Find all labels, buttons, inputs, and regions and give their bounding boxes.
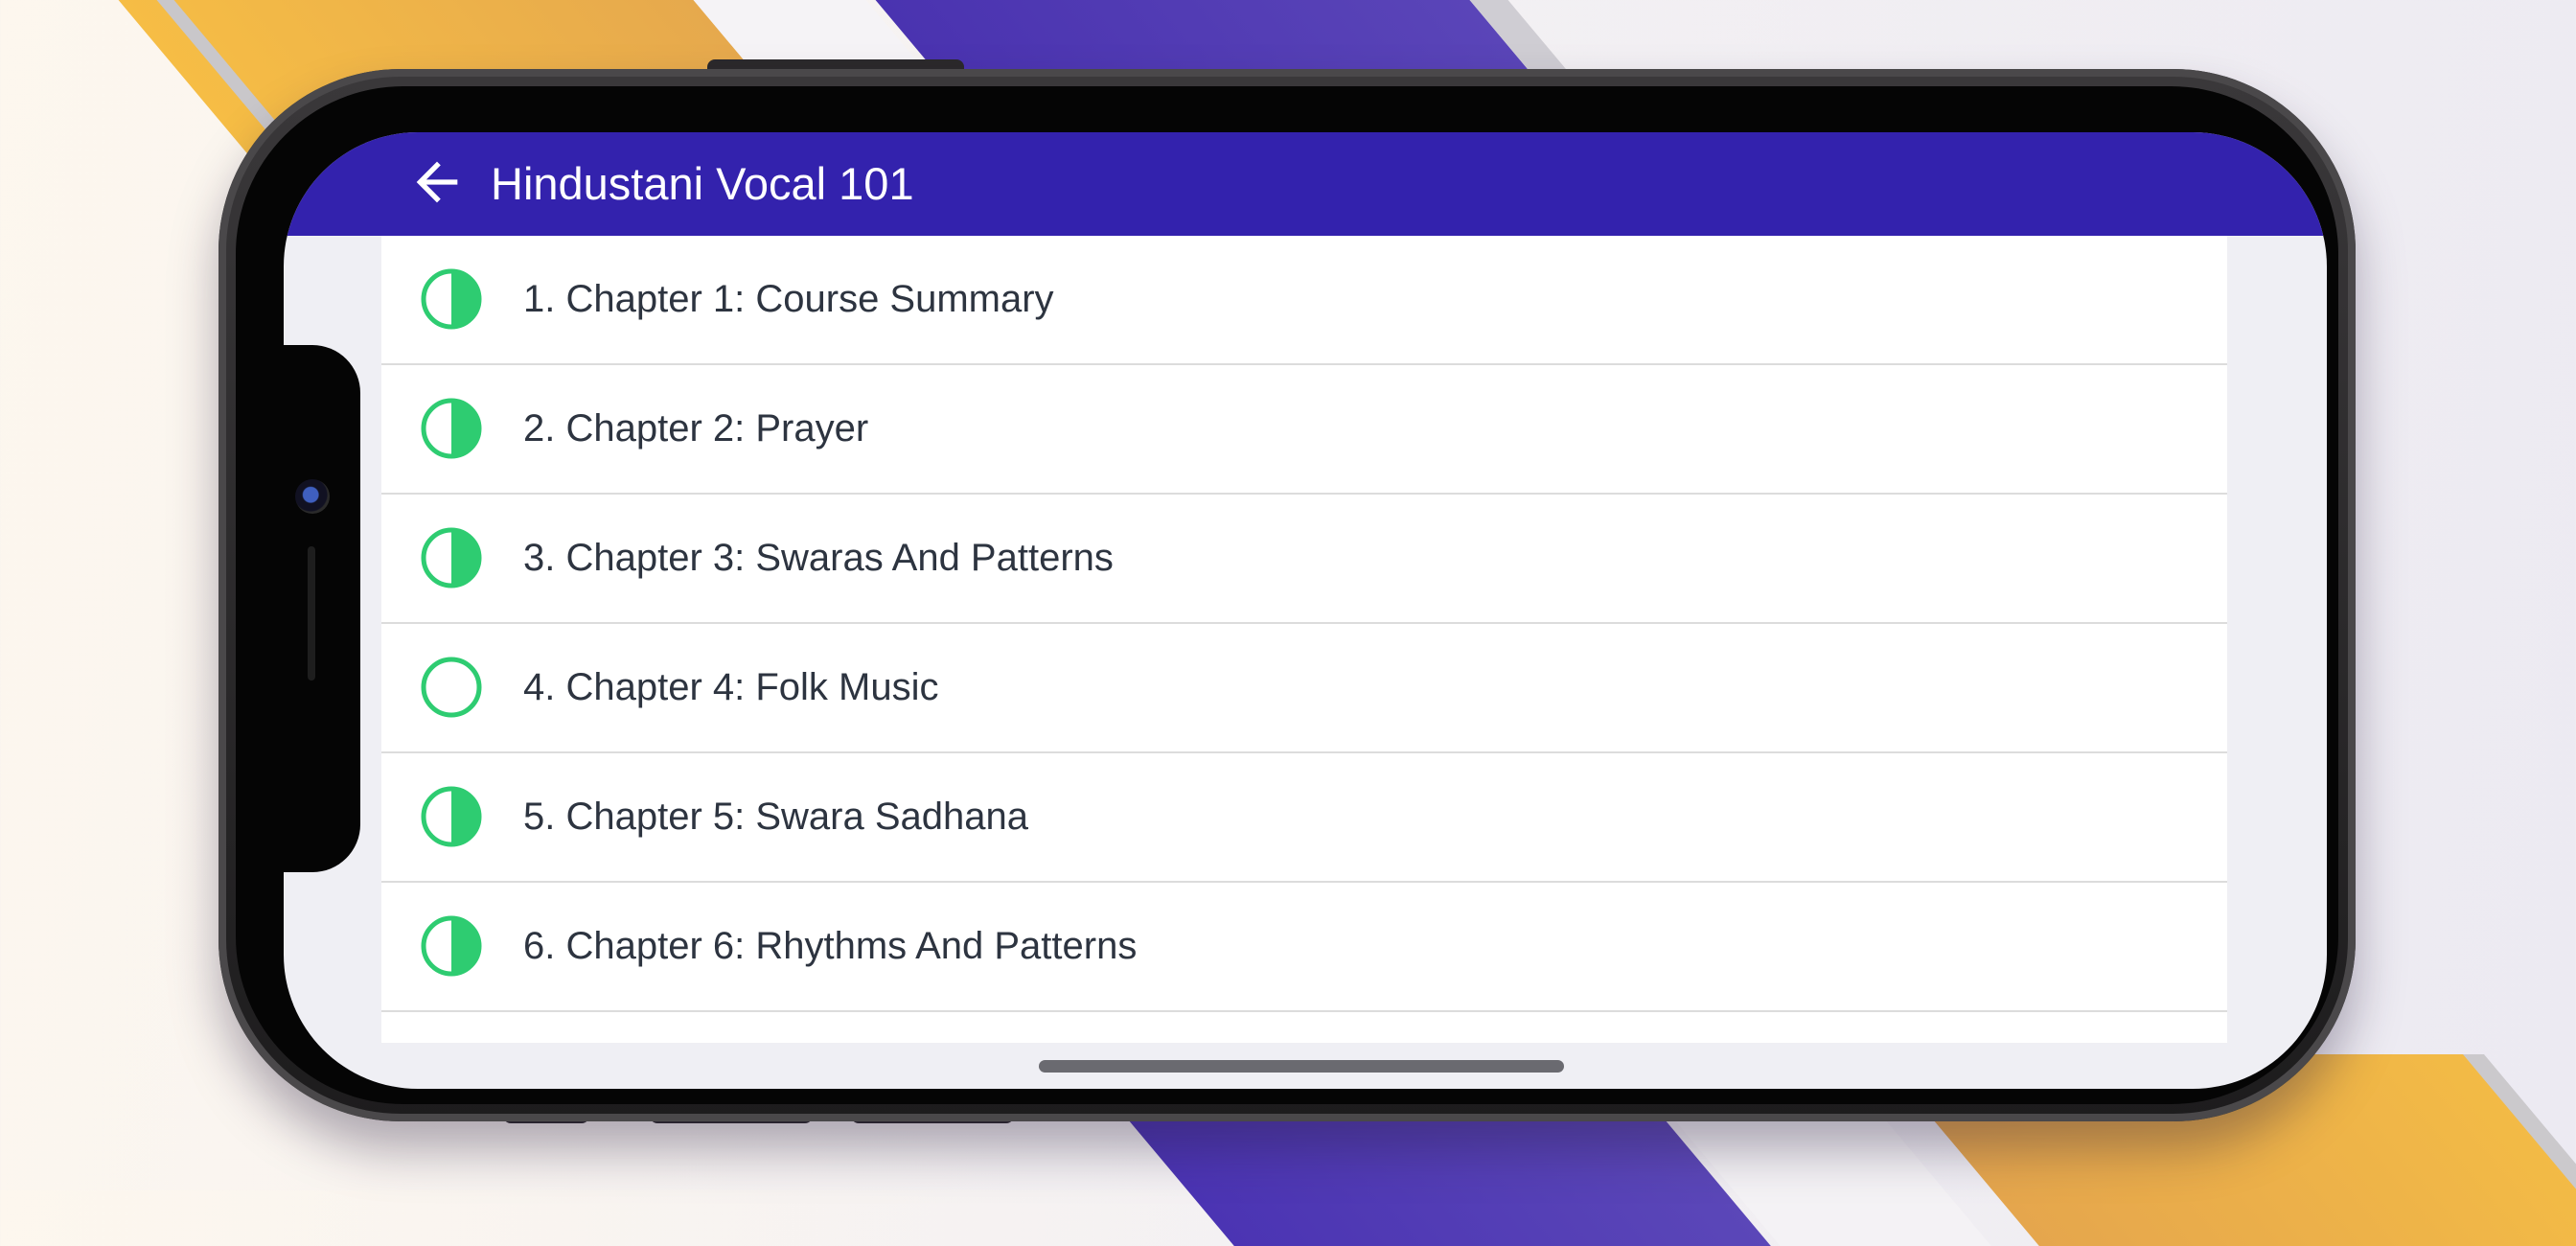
half-circle-progress-icon <box>421 527 482 588</box>
chapter-label: 4. Chapter 4: Folk Music <box>523 666 939 708</box>
chapter-item[interactable]: 2. Chapter 2: Prayer <box>381 365 2227 495</box>
chapter-label: 1. Chapter 1: Course Summary <box>523 278 1054 320</box>
app-bar: Hindustani Vocal 101 <box>284 132 2327 236</box>
page-title: Hindustani Vocal 101 <box>491 158 914 209</box>
chapter-item[interactable] <box>381 1012 2227 1043</box>
phone-frame: Hindustani Vocal 101 1. Chapter 1: Cours… <box>218 69 2356 1121</box>
chapter-item[interactable]: 1. Chapter 1: Course Summary <box>381 236 2227 365</box>
half-circle-progress-icon <box>421 398 482 459</box>
arrow-left-icon <box>416 161 458 203</box>
app-screen: Hindustani Vocal 101 1. Chapter 1: Cours… <box>284 132 2327 1089</box>
home-indicator[interactable] <box>1039 1060 1564 1073</box>
chapter-item[interactable]: 6. Chapter 6: Rhythms And Patterns <box>381 883 2227 1012</box>
chapter-item[interactable]: 3. Chapter 3: Swaras And Patterns <box>381 495 2227 624</box>
half-circle-progress-icon <box>421 268 482 330</box>
chapter-item[interactable]: 4. Chapter 4: Folk Music <box>381 624 2227 753</box>
phone-bezel: Hindustani Vocal 101 1. Chapter 1: Cours… <box>236 86 2338 1104</box>
half-circle-progress-icon <box>421 915 482 977</box>
camera-notch <box>284 345 360 872</box>
empty-circle-progress-icon <box>421 657 482 718</box>
earpiece-speaker <box>308 546 315 681</box>
front-camera <box>295 479 330 514</box>
chapter-label: 6. Chapter 6: Rhythms And Patterns <box>523 925 1138 967</box>
chapter-label: 3. Chapter 3: Swaras And Patterns <box>523 537 1114 579</box>
chapter-label: 2. Chapter 2: Prayer <box>523 407 869 450</box>
chapter-label: 5. Chapter 5: Swara Sadhana <box>523 796 1029 838</box>
chapter-list[interactable]: 1. Chapter 1: Course Summary 2. Chapter 2… <box>381 236 2227 1043</box>
back-button[interactable] <box>406 151 468 213</box>
chapter-item[interactable]: 5. Chapter 5: Swara Sadhana <box>381 753 2227 883</box>
half-circle-progress-icon <box>421 786 482 847</box>
